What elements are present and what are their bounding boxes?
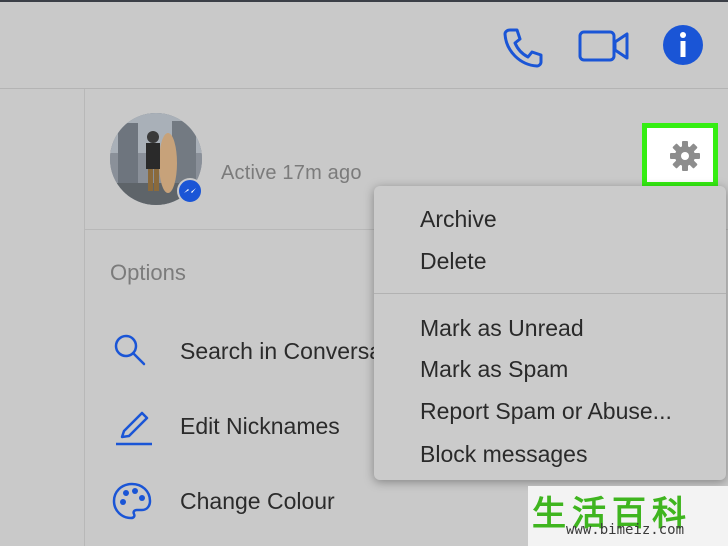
menu-item-block-messages[interactable]: Block messages [420,441,587,468]
pencil-icon [116,411,152,446]
options-heading: Options [110,260,186,285]
watermark-url: www.bimeiz.com [566,522,685,538]
watermark: 生活百科 www.bimeiz.com [528,486,728,546]
menu-item-delete[interactable]: Delete [420,248,486,275]
change-colour-label: Change Colour [180,488,335,514]
menu-item-mark-as-unread[interactable]: Mark as Unread [420,315,584,342]
settings-button[interactable] [642,123,718,187]
palette-icon [112,482,152,520]
video-camera-icon[interactable] [578,28,630,64]
menu-item-archive[interactable]: Archive [420,206,497,233]
search-option-label: Search in Conversa [180,338,382,364]
menu-item-mark-as-spam[interactable]: Mark as Spam [420,356,568,383]
messenger-icon [177,178,203,204]
edit-nicknames-option[interactable]: Edit Nicknames [110,405,380,449]
search-in-conversation-option[interactable]: Search in Conversa [110,330,382,374]
change-colour-option[interactable]: Change Colour [110,480,380,524]
search-icon [114,334,146,366]
gear-icon [670,141,700,171]
phone-icon[interactable] [500,24,546,70]
conversation-header [0,2,728,89]
info-icon[interactable] [662,24,704,66]
conversation-settings-menu: Archive Delete Mark as Unread Mark as Sp… [374,186,726,480]
edit-nicknames-label: Edit Nicknames [180,413,340,439]
menu-item-report-spam[interactable]: Report Spam or Abuse... [420,398,672,425]
active-status: Active 17m ago [221,162,362,184]
menu-divider [374,293,726,294]
